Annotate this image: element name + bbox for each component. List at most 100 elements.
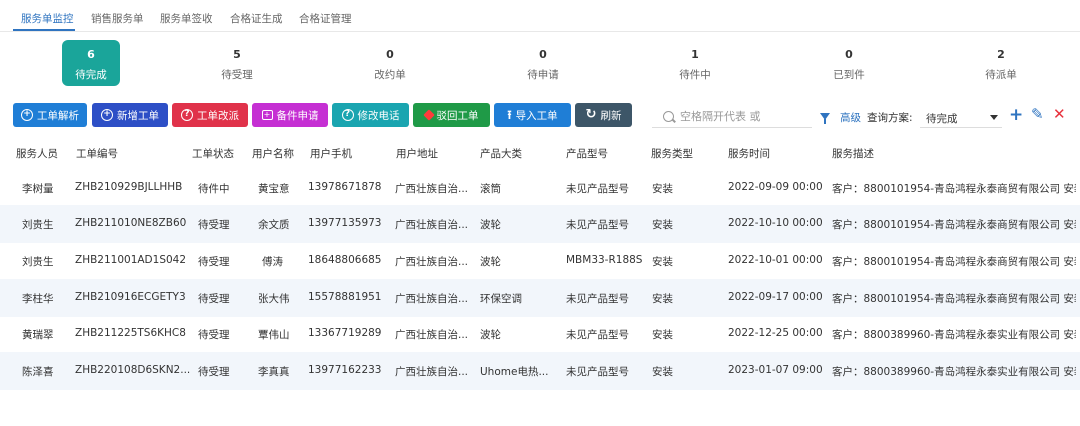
cell-phone: 13977162233 bbox=[308, 364, 382, 376]
counter-label: 改约单 bbox=[374, 69, 406, 81]
cell-model: 未见产品型号 bbox=[566, 293, 629, 305]
cell-service-type: 安装 bbox=[652, 293, 673, 305]
counter-label: 待件中 bbox=[679, 69, 711, 81]
column-header[interactable]: 服务类型 bbox=[651, 146, 693, 161]
table-row[interactable]: 刘贵生 ZHB211001AD1S042 待受理 傅涛 18648806685 … bbox=[0, 242, 1080, 280]
counter-count: 1 bbox=[691, 48, 699, 61]
parts-icon: + bbox=[261, 110, 273, 120]
add-order-button[interactable]: + 新增工单 bbox=[92, 103, 168, 127]
search-input[interactable] bbox=[680, 110, 810, 123]
column-header[interactable]: 产品大类 bbox=[480, 146, 522, 161]
cell-status: 待受理 bbox=[198, 329, 230, 341]
cell-address: 广西壮族自治... bbox=[395, 293, 469, 305]
cell-model: MBM33-R188S bbox=[566, 254, 643, 266]
cell-technician: 黄瑞翠 bbox=[22, 329, 54, 341]
query-scheme-select[interactable]: 待完成 bbox=[920, 106, 1002, 128]
cell-address: 广西壮族自治... bbox=[395, 366, 469, 378]
import-order-button[interactable]: ⭱ 导入工单 bbox=[494, 103, 571, 127]
tab-sales-service[interactable]: 销售服务单 bbox=[91, 11, 144, 26]
counter-pending-complete[interactable]: 6 待完成 bbox=[62, 40, 120, 86]
counter-count: 0 bbox=[386, 48, 394, 61]
search-icon bbox=[663, 111, 674, 122]
reassign-order-button[interactable]: ? 工单改派 bbox=[172, 103, 248, 127]
counter-count: 2 bbox=[997, 48, 1005, 61]
cell-phone: 18648806685 bbox=[308, 254, 382, 266]
cell-description: 客户：8800101954-青岛鸿程永泰商贸有限公司 安装 bbox=[832, 183, 1076, 195]
counter-awaiting-parts[interactable]: 1 待件中 bbox=[666, 40, 724, 86]
chevron-down-icon bbox=[990, 115, 998, 120]
button-label: 导入工单 bbox=[515, 109, 558, 122]
add-scheme-icon[interactable]: + bbox=[1009, 107, 1023, 124]
column-header[interactable]: 服务人员 bbox=[16, 146, 58, 161]
cell-status: 待件中 bbox=[198, 183, 230, 195]
cell-order-no: ZHB211225TS6KHC8 bbox=[75, 327, 186, 339]
edit-scheme-icon[interactable]: ✎ bbox=[1031, 106, 1044, 123]
tab-service-monitor[interactable]: 服务单监控 bbox=[21, 11, 74, 26]
cell-phone: 13977135973 bbox=[308, 217, 382, 229]
cell-phone: 13978671878 bbox=[308, 181, 382, 193]
table-row[interactable]: 刘贵生 ZHB211010NE8ZB60 待受理 余文质 13977135973… bbox=[0, 205, 1080, 243]
plus-circle-icon: + bbox=[101, 109, 113, 121]
parts-request-button[interactable]: + 备件申请 bbox=[252, 103, 328, 127]
column-header[interactable]: 产品型号 bbox=[566, 146, 608, 161]
cell-customer: 李真真 bbox=[258, 366, 290, 378]
cell-address: 广西壮族自治... bbox=[395, 329, 469, 341]
counter-label: 待申请 bbox=[527, 69, 559, 81]
cell-technician: 刘贵生 bbox=[22, 256, 54, 268]
cell-category: 波轮 bbox=[480, 329, 501, 341]
column-header[interactable]: 用户名称 bbox=[252, 146, 294, 161]
tab-service-signoff[interactable]: 服务单签收 bbox=[160, 11, 213, 26]
question-circle-icon: ? bbox=[341, 109, 354, 121]
cell-service-type: 安装 bbox=[652, 329, 673, 341]
tab-certificate-generate[interactable]: 合格证生成 bbox=[230, 11, 283, 26]
cell-service-time: 2022-12-25 00:00 bbox=[728, 327, 823, 339]
parse-order-button[interactable]: + 工单解析 bbox=[13, 103, 87, 127]
cell-service-type: 安装 bbox=[652, 183, 673, 195]
column-header[interactable]: 工单状态 bbox=[192, 146, 234, 161]
cell-model: 未见产品型号 bbox=[566, 329, 629, 341]
cell-technician: 李树量 bbox=[22, 183, 54, 195]
cell-customer: 覃伟山 bbox=[258, 329, 290, 341]
button-label: 工单改派 bbox=[197, 109, 239, 122]
counter-count: 5 bbox=[233, 48, 241, 61]
tabs-divider bbox=[0, 31, 1080, 32]
cell-model: 未见产品型号 bbox=[566, 366, 629, 378]
edit-phone-button[interactable]: ? 修改电话 bbox=[332, 103, 409, 127]
reject-order-button[interactable]: 驳回工单 bbox=[413, 103, 490, 127]
counter-pending-dispatch[interactable]: 2 待派单 bbox=[972, 40, 1030, 86]
table-row[interactable]: 李柱华 ZHB210916ECGETY3 待受理 张大伟 15578881951… bbox=[0, 279, 1080, 317]
counter-rescheduled[interactable]: 0 改约单 bbox=[361, 40, 419, 86]
table-row[interactable]: 黄瑞翠 ZHB211225TS6KHC8 待受理 覃伟山 13367719289… bbox=[0, 315, 1080, 353]
counter-pending-apply[interactable]: 0 待申请 bbox=[514, 40, 572, 86]
column-header[interactable]: 工单编号 bbox=[76, 146, 118, 161]
column-header[interactable]: 用户手机 bbox=[310, 146, 352, 161]
column-header[interactable]: 服务描述 bbox=[832, 146, 874, 161]
column-header[interactable]: 用户地址 bbox=[396, 146, 438, 161]
counter-parts-arrived[interactable]: 0 已到件 bbox=[820, 40, 878, 86]
question-circle-icon: ? bbox=[181, 109, 193, 121]
cell-service-time: 2022-10-10 00:00 bbox=[728, 217, 823, 229]
cell-customer: 傅涛 bbox=[262, 256, 283, 268]
cell-status: 待受理 bbox=[198, 293, 230, 305]
filter-icon[interactable] bbox=[820, 113, 830, 124]
button-label: 备件申请 bbox=[276, 109, 319, 122]
table-row[interactable]: 陈泽喜 ZHB220108D6SKN2... 待受理 李真真 139771622… bbox=[0, 352, 1080, 390]
refresh-button[interactable]: ↻ 刷新 bbox=[575, 103, 632, 127]
cell-order-no: ZHB220108D6SKN2... bbox=[75, 364, 191, 376]
counter-count: 0 bbox=[539, 48, 547, 61]
advanced-search-link[interactable]: 高级 bbox=[840, 110, 861, 125]
counter-pending-accept[interactable]: 5 待受理 bbox=[208, 40, 266, 86]
cell-customer: 黄宝意 bbox=[258, 183, 290, 195]
column-header[interactable]: 服务时间 bbox=[728, 146, 770, 161]
counter-count: 0 bbox=[845, 48, 853, 61]
tab-certificate-manage[interactable]: 合格证管理 bbox=[299, 11, 352, 26]
table-row[interactable]: 李树量 ZHB210929BJLLHHB 待件中 黄宝意 13978671878… bbox=[0, 169, 1080, 207]
cell-category: 环保空调 bbox=[480, 293, 522, 305]
cell-category: 滚筒 bbox=[480, 183, 501, 195]
delete-scheme-icon[interactable]: ✕ bbox=[1053, 106, 1066, 123]
cell-technician: 李柱华 bbox=[22, 293, 54, 305]
cell-service-type: 安装 bbox=[652, 256, 673, 268]
cell-address: 广西壮族自治... bbox=[395, 219, 469, 231]
upload-icon: ⭱ bbox=[507, 108, 512, 122]
table-header: 服务人员 工单编号 工单状态 用户名称 用户手机 用户地址 产品大类 产品型号 … bbox=[0, 137, 1080, 169]
